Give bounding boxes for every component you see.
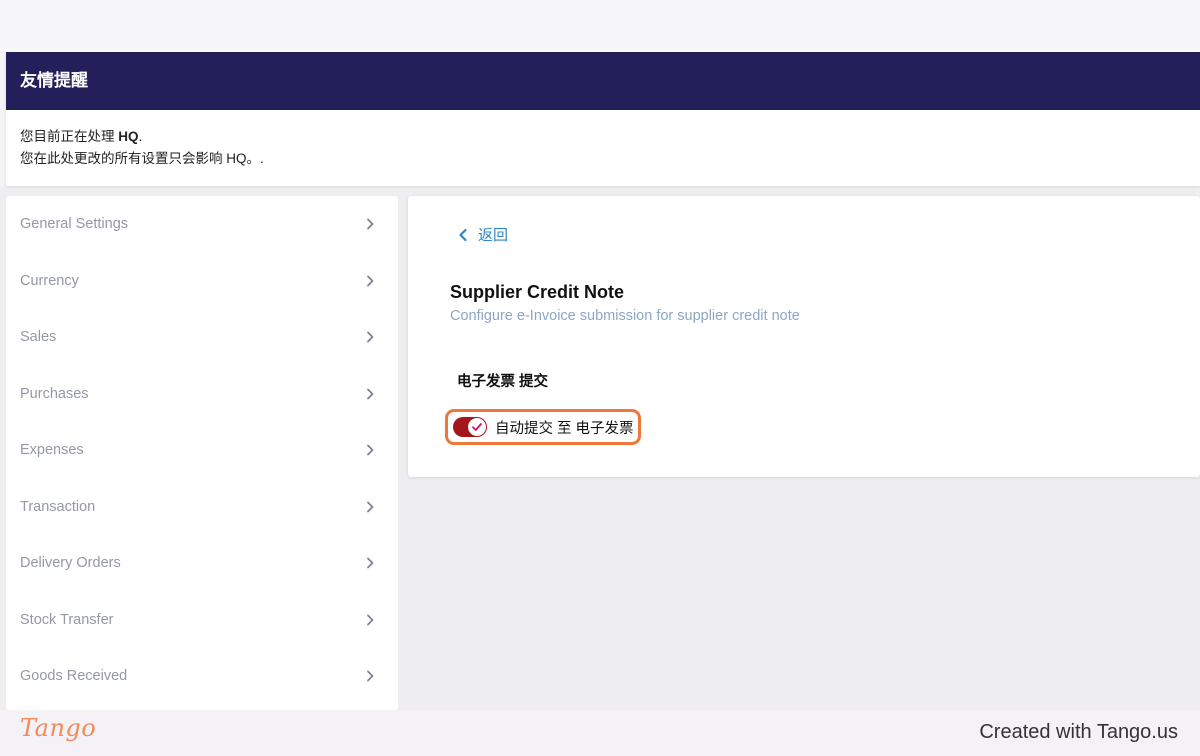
- sidebar-item-transaction[interactable]: Transaction: [6, 479, 398, 536]
- back-link[interactable]: 返回: [458, 224, 508, 245]
- sidebar-item-general-settings[interactable]: General Settings: [6, 196, 398, 253]
- sidebar-item-expenses[interactable]: Expenses: [6, 422, 398, 479]
- settings-detail-card: 返回 Supplier Credit Note Configure e-Invo…: [408, 196, 1200, 477]
- footer-credit: Created with Tango.us: [979, 721, 1178, 743]
- content-area: General Settings Currency Sales Purchase…: [0, 188, 1200, 710]
- sidebar-item-label: General Settings: [20, 216, 129, 233]
- notice-title: 友情提醒: [6, 52, 1200, 110]
- back-label: 返回: [478, 227, 509, 244]
- toggle-knob: [468, 418, 486, 436]
- chevron-right-icon: [367, 331, 374, 343]
- sidebar-item-sales[interactable]: Sales: [6, 309, 398, 366]
- sidebar-item-label: Delivery Orders: [20, 555, 121, 572]
- highlight-box: 自动提交 至 电子发票: [445, 409, 641, 445]
- notice-line-1: 您目前正在处理 HQ.: [20, 126, 1186, 148]
- chevron-right-icon: [367, 557, 374, 569]
- notice-line-1-prefix: 您目前正在处理: [20, 129, 119, 144]
- sidebar-item-purchases[interactable]: Purchases: [6, 366, 398, 423]
- chevron-right-icon: [367, 670, 374, 682]
- top-bar: [0, 0, 1200, 53]
- sidebar-item-label: Transaction: [20, 498, 96, 515]
- sidebar-item-currency[interactable]: Currency: [6, 253, 398, 310]
- toggle-label: 自动提交 至 电子发票: [495, 420, 634, 437]
- auto-submit-toggle[interactable]: [453, 417, 487, 437]
- page-subtitle: Configure e-Invoice submission for suppl…: [450, 308, 800, 324]
- chevron-right-icon: [367, 388, 374, 400]
- chevron-right-icon: [367, 501, 374, 513]
- chevron-left-icon: [459, 228, 467, 241]
- page-title: Supplier Credit Note: [450, 282, 625, 302]
- notice-entity: HQ: [118, 129, 139, 144]
- notice-panel: 友情提醒 您目前正在处理 HQ. 您在此处更改的所有设置只会影响 HQ。.: [6, 52, 1200, 186]
- app-frame: 友情提醒 您目前正在处理 HQ. 您在此处更改的所有设置只会影响 HQ。. Ge…: [0, 0, 1200, 756]
- check-icon: [472, 423, 482, 431]
- sidebar-item-label: Sales: [20, 329, 57, 346]
- notice-line-1-suffix: .: [138, 129, 143, 144]
- chevron-right-icon: [367, 275, 374, 287]
- settings-sidebar: General Settings Currency Sales Purchase…: [6, 196, 398, 710]
- sidebar-item-label: Purchases: [20, 385, 89, 402]
- sidebar-item-goods-received[interactable]: Goods Received: [6, 648, 398, 705]
- chevron-right-icon: [367, 614, 374, 626]
- chevron-right-icon: [367, 444, 374, 456]
- footer-bar: Tango Created with Tango.us: [0, 710, 1200, 756]
- sidebar-item-label: Currency: [20, 272, 79, 289]
- tango-logo: Tango: [20, 714, 97, 742]
- section-label: 电子发票 提交: [457, 374, 549, 390]
- sidebar-item-label: Goods Received: [20, 668, 128, 685]
- notice-body: 您目前正在处理 HQ. 您在此处更改的所有设置只会影响 HQ。.: [6, 110, 1200, 170]
- sidebar-item-stock-transfer[interactable]: Stock Transfer: [6, 592, 398, 649]
- sidebar-item-label: Stock Transfer: [20, 611, 114, 628]
- notice-line-2: 您在此处更改的所有设置只会影响 HQ。.: [20, 151, 264, 166]
- sidebar-item-delivery-orders[interactable]: Delivery Orders: [6, 535, 398, 592]
- chevron-right-icon: [367, 218, 374, 230]
- sidebar-item-label: Expenses: [20, 442, 84, 459]
